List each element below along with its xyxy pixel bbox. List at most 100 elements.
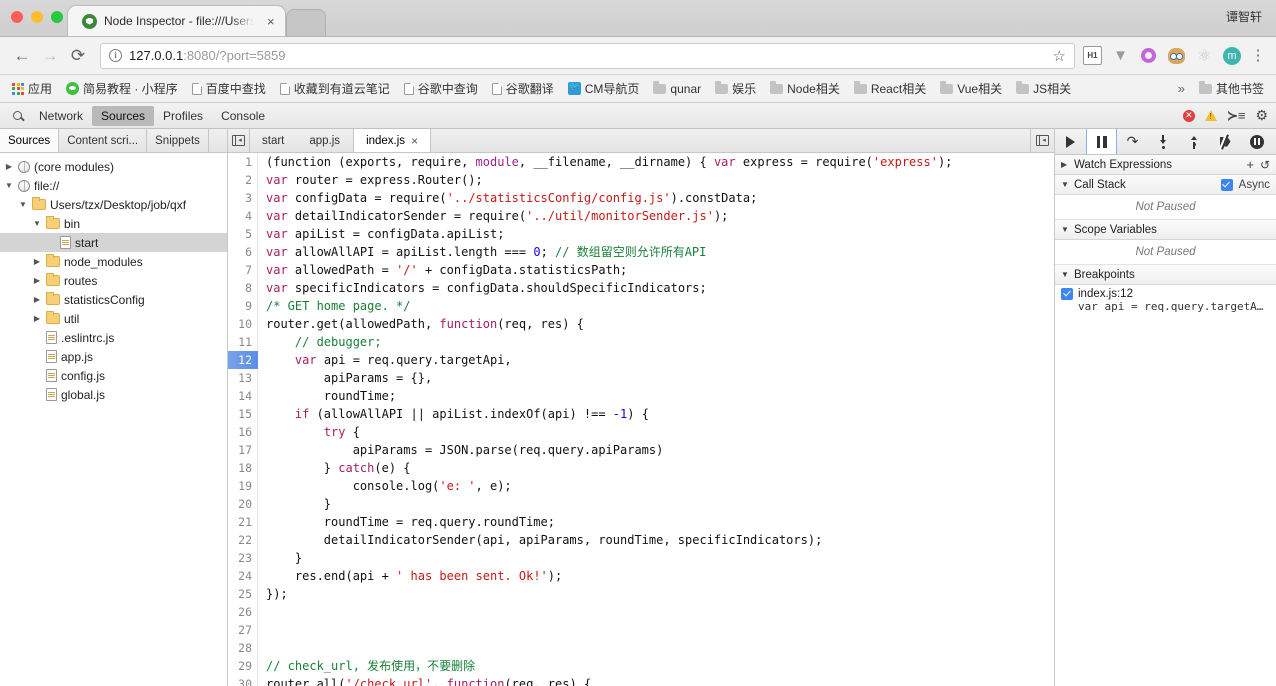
minimize-window-button[interactable] (31, 11, 43, 23)
owl-extension-icon[interactable] (1167, 46, 1186, 65)
file-tree-node[interactable]: global.js (0, 385, 227, 404)
bookmark-youdao-note[interactable]: 收藏到有道云笔记 (274, 78, 396, 99)
line-number[interactable]: 15 (228, 405, 258, 423)
bookmark-folder-react[interactable]: React相关 (848, 78, 932, 99)
file-tree-node[interactable]: start (0, 233, 227, 252)
line-number[interactable]: 27 (228, 621, 258, 639)
navigator-tab-snippets[interactable]: Snippets (147, 129, 209, 152)
bookmark-folder-node[interactable]: Node相关 (764, 78, 846, 99)
tab-profiles[interactable]: Profiles (154, 106, 212, 126)
bookmarks-overflow-icon[interactable]: » (1172, 81, 1191, 96)
new-tab-button[interactable] (286, 10, 325, 36)
line-number[interactable]: 28 (228, 639, 258, 657)
bookmark-cm-nav[interactable]: CM导航页 (562, 78, 646, 99)
twisty-icon[interactable]: ▶ (32, 276, 42, 285)
browser-tab-node-inspector[interactable]: Node Inspector - file:///Users/t × (68, 6, 285, 36)
refresh-watch-icon[interactable]: ↺ (1260, 158, 1270, 172)
reload-button[interactable]: ⟳ (64, 42, 92, 70)
line-number[interactable]: 17 (228, 441, 258, 459)
line-number[interactable]: 7 (228, 261, 258, 279)
bookmark-folder-entertainment[interactable]: 娱乐 (709, 78, 762, 99)
forward-button[interactable]: → (36, 42, 64, 70)
close-window-button[interactable] (11, 11, 23, 23)
line-number[interactable]: 11 (228, 333, 258, 351)
h1-extension-icon[interactable]: H1 (1083, 46, 1102, 65)
chrome-menu-icon[interactable]: ⋮ (1250, 48, 1266, 63)
file-tree-node[interactable]: config.js (0, 366, 227, 385)
twisty-icon[interactable]: ▼ (32, 219, 42, 228)
file-tree-node[interactable]: ▶ (core modules) (0, 157, 227, 176)
file-tree-node[interactable]: ▼ Users/tzx/Desktop/job/qxf (0, 195, 227, 214)
vue-devtools-icon[interactable]: ▼ (1111, 46, 1130, 65)
bookmark-folder-js[interactable]: JS相关 (1010, 78, 1077, 99)
navigator-tab-content-scripts[interactable]: Content scri... (59, 129, 148, 152)
file-tree-node[interactable]: ▶ routes (0, 271, 227, 290)
tab-sources[interactable]: Sources (92, 105, 155, 126)
twisty-icon[interactable]: ▼ (18, 200, 28, 209)
bookmark-wechat-tutorial[interactable]: 简易教程 · 小程序 (60, 78, 184, 99)
close-editor-tab-button[interactable]: × (411, 134, 418, 148)
line-number[interactable]: 5 (228, 225, 258, 243)
line-number[interactable]: 26 (228, 603, 258, 621)
line-number[interactable]: 18 (228, 459, 258, 477)
maximize-window-button[interactable] (51, 11, 63, 23)
twisty-icon[interactable]: ▶ (32, 314, 42, 323)
line-number[interactable]: 19 (228, 477, 258, 495)
async-checkbox[interactable] (1220, 178, 1233, 191)
twisty-icon[interactable]: ▶ (4, 162, 14, 171)
line-number[interactable]: 24 (228, 567, 258, 585)
twisty-icon[interactable]: ▶ (32, 295, 42, 304)
breakpoint-item[interactable]: index.js:12 (1055, 285, 1276, 300)
line-number[interactable]: 23 (228, 549, 258, 567)
address-bar[interactable]: i 127.0.0.1:8080/?port=5859 ☆ (100, 42, 1075, 69)
line-number[interactable]: 3 (228, 189, 258, 207)
bookmark-folder-vue[interactable]: Vue相关 (934, 78, 1008, 99)
line-number[interactable]: 9 (228, 297, 258, 315)
tab-network[interactable]: Network (30, 106, 92, 126)
line-number[interactable]: 13 (228, 369, 258, 387)
line-number[interactable]: 2 (228, 171, 258, 189)
call-stack-header[interactable]: ▼ Call Stack Async (1055, 175, 1276, 195)
step-over-button[interactable]: ↷ (1117, 129, 1148, 154)
step-into-button[interactable] (1148, 129, 1179, 154)
line-number[interactable]: 10 (228, 315, 258, 333)
file-tree-node[interactable]: ▶ node_modules (0, 252, 227, 271)
file-tree-node[interactable]: ▶ statisticsConfig (0, 290, 227, 309)
back-button[interactable]: ← (8, 42, 36, 70)
gear-icon[interactable]: ⚙ (1255, 107, 1268, 124)
pause-on-exceptions-button[interactable] (1241, 129, 1272, 154)
code-viewer[interactable]: 1 (function (exports, require, module, __… (228, 153, 1054, 686)
twisty-icon[interactable]: ▼ (4, 181, 14, 190)
file-tree-node[interactable]: .eslintrc.js (0, 328, 227, 347)
search-icon[interactable] (4, 111, 30, 120)
warning-icon[interactable] (1204, 110, 1217, 121)
scope-variables-header[interactable]: ▼ Scope Variables (1055, 220, 1276, 240)
sidebar-toggle-icon[interactable]: ◂ (228, 129, 250, 152)
line-number[interactable]: 12 (228, 351, 258, 369)
error-icon[interactable]: ✕ (1182, 109, 1195, 122)
resume-script-button[interactable] (1055, 129, 1086, 154)
twisty-icon[interactable]: ▶ (32, 257, 42, 266)
file-tree-node[interactable]: ▼ bin (0, 214, 227, 233)
line-number[interactable]: 29 (228, 657, 258, 675)
file-tree-node[interactable]: ▶ util (0, 309, 227, 328)
editor-tab-start[interactable]: start (250, 129, 297, 152)
line-number[interactable]: 20 (228, 495, 258, 513)
file-tree-node[interactable]: app.js (0, 347, 227, 366)
line-number[interactable]: 21 (228, 513, 258, 531)
drawer-toggle-icon[interactable]: ≻≡ (1227, 108, 1245, 124)
react-devtools-icon[interactable]: ⚛ (1195, 46, 1214, 65)
line-number[interactable]: 1 (228, 153, 258, 171)
editor-tab-app-js[interactable]: app.js (297, 129, 353, 152)
pause-script-button[interactable] (1086, 129, 1117, 154)
step-out-button[interactable] (1179, 129, 1210, 154)
close-tab-button[interactable]: × (261, 14, 275, 29)
line-number[interactable]: 14 (228, 387, 258, 405)
tab-console[interactable]: Console (212, 106, 274, 126)
deactivate-breakpoints-button[interactable] (1210, 129, 1241, 154)
bookmark-apps[interactable]: 应用 (6, 78, 58, 99)
momentum-icon[interactable]: m (1223, 46, 1241, 65)
bookmark-baidu-search[interactable]: 百度中查找 (186, 78, 272, 99)
add-watch-icon[interactable]: + (1246, 157, 1254, 172)
breakpoints-header[interactable]: ▼ Breakpoints (1055, 265, 1276, 285)
